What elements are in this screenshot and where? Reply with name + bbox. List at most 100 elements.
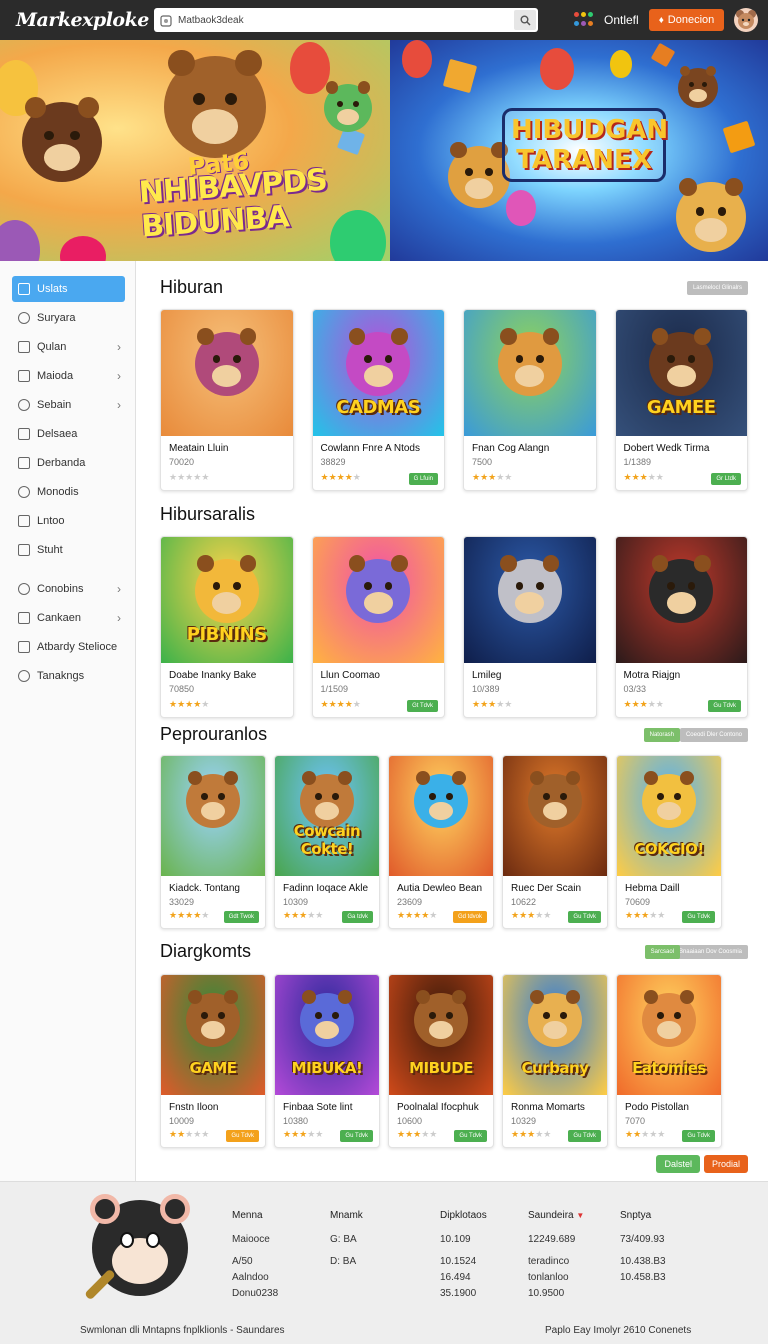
game-title[interactable]: Llun Coomao	[321, 670, 445, 681]
footer-link[interactable]: Aalndoo	[232, 1270, 278, 1286]
game-title[interactable]: Ronma Momarts	[511, 1102, 607, 1113]
game-title[interactable]: Poolnalal Ifocphuk	[397, 1102, 493, 1113]
footer-link[interactable]: G: BA	[330, 1232, 363, 1248]
promo-button[interactable]: Prodial	[703, 1155, 748, 1173]
footer-link[interactable]: 10.438.B3	[620, 1254, 666, 1270]
footer-link[interactable]: 10.458.B3	[620, 1270, 666, 1286]
caret-down-icon[interactable]: ▼	[576, 1211, 584, 1220]
game-card[interactable]: Ruec Der Scain 10622 ★★★★★ Gu Tdvk	[502, 755, 608, 929]
game-thumbnail[interactable]	[389, 756, 493, 876]
game-card[interactable]: MIBUKA! Finbaa Sote lint 10380 ★★★★★ Gu Tdvk	[274, 974, 380, 1148]
sidebar-item[interactable]: Sebain ›	[12, 392, 125, 418]
sidebar-item[interactable]: Monodis	[12, 479, 125, 505]
game-thumbnail[interactable]	[464, 310, 596, 436]
sidebar-item[interactable]: Tanakngs	[12, 663, 125, 689]
search-input[interactable]	[178, 14, 498, 26]
game-thumbnail[interactable]: Curbany	[503, 975, 607, 1095]
section-filter-button[interactable]: Lasmelocl Glinalrs	[686, 281, 748, 295]
game-title[interactable]: Fadinn Ioqace Akle	[283, 883, 379, 894]
footer-link[interactable]: A/50	[232, 1254, 278, 1270]
site-logo[interactable]: Markexploke	[16, 9, 149, 31]
footer-link[interactable]: tonlanloo	[528, 1270, 584, 1286]
play-badge[interactable]: Gu Tdvk	[340, 1130, 373, 1142]
user-avatar[interactable]	[734, 8, 759, 32]
game-card[interactable]: GAMEE Dobert Wedk Tirma 1/1389 ★★★★★ Gr Ltdk	[614, 309, 748, 491]
game-card[interactable]: PIBNINS Doabe Inanky Bake 70850 ★★★★★	[160, 536, 294, 718]
footer-link[interactable]: teradinco	[528, 1254, 584, 1270]
game-card[interactable]: Cowcain Cokte! Fadinn Ioqace Akle 10309 ★★★…	[274, 755, 380, 929]
sidebar-item[interactable]: Suryara	[12, 305, 125, 331]
game-card[interactable]: CADMAS Cowlann Fnre A Ntods 38829 ★★★★★ G Lf…	[311, 309, 445, 491]
play-badge[interactable]: Gu Tdvk	[454, 1130, 487, 1142]
search-box[interactable]	[154, 8, 538, 32]
play-badge[interactable]: Gu Tdvk	[568, 1130, 601, 1142]
footer-link[interactable]: Maiooce	[232, 1232, 278, 1248]
game-card[interactable]: Eatomies Podo Pistollan 7070 ★★★★★ Gu Tdvk	[616, 974, 722, 1148]
section-filter-button[interactable]: Natorash	[643, 728, 680, 742]
banner-right[interactable]: HIBUDGAN TARANEX	[390, 40, 768, 261]
sidebar-item[interactable]: Uslats	[12, 276, 125, 302]
sidebar-item[interactable]: Derbanda	[12, 450, 125, 476]
game-thumbnail[interactable]: GAME	[161, 975, 265, 1095]
footer-link[interactable]: 12249.689	[528, 1232, 584, 1248]
sidebar-item[interactable]: Qulan ›	[12, 334, 125, 360]
game-title[interactable]: Fnstn Iloon	[169, 1102, 265, 1113]
game-title[interactable]: Cowlann Fnre A Ntods	[321, 443, 445, 454]
game-card[interactable]: COKGIO! Hebma Daill 70609 ★★★★★ Gu Tdvk	[616, 755, 722, 929]
game-thumbnail[interactable]	[161, 756, 265, 876]
play-badge[interactable]: Gr Ltdk	[711, 473, 741, 485]
game-thumbnail[interactable]: GAMEE	[615, 310, 747, 436]
apps-icon[interactable]	[574, 12, 594, 28]
section-filter-button[interactable]: Sarcsaol	[644, 945, 680, 959]
game-thumbnail[interactable]	[503, 756, 607, 876]
play-badge[interactable]: Ga tdvk	[342, 911, 373, 923]
play-badge[interactable]: Gt Tdvk	[407, 700, 438, 712]
game-thumbnail[interactable]: COKGIO!	[617, 756, 721, 876]
play-badge[interactable]: Gu Tdvk	[682, 911, 715, 923]
game-thumbnail[interactable]: PIBNINS	[161, 537, 293, 663]
footer-link[interactable]: D: BA	[330, 1254, 363, 1270]
play-badge[interactable]: Gu Tdvk	[226, 1130, 259, 1142]
game-thumbnail[interactable]: CADMAS	[312, 310, 444, 436]
sidebar-item[interactable]: Stuht	[12, 537, 125, 563]
footer-link[interactable]: 10.9500	[528, 1286, 584, 1302]
game-title[interactable]: Hebma Daill	[625, 883, 721, 894]
sidebar-item[interactable]: Atbardy Stelioce	[12, 634, 125, 660]
game-thumbnail[interactable]	[464, 537, 596, 663]
game-thumbnail[interactable]: Eatomies	[617, 975, 721, 1095]
section-filter-button[interactable]: Bnaaiaan Dov Coosmia	[672, 945, 748, 959]
game-card[interactable]: Lmileg 10/389 ★★★★★	[463, 536, 597, 718]
game-card[interactable]: Motra Riajgn 03/33 ★★★★★ Gu Tdvk	[614, 536, 748, 718]
official-link[interactable]: Ontlefl	[604, 13, 639, 27]
game-title[interactable]: Fnan Cog Alangn	[472, 443, 596, 454]
sidebar-item[interactable]: Maioda ›	[12, 363, 125, 389]
details-button[interactable]: Dalstel	[656, 1155, 700, 1173]
game-thumbnail[interactable]: MIBUKA!	[275, 975, 379, 1095]
play-badge[interactable]: G Lfuin	[408, 473, 438, 485]
banner-left[interactable]: Pat6 NHIBAVPDS BIDUNBA	[0, 40, 390, 261]
game-card[interactable]: MIBUDE Poolnalal Ifocphuk 10600 ★★★★★ Gu Tdv…	[388, 974, 494, 1148]
sidebar-item[interactable]: Cankaen ›	[12, 605, 125, 631]
game-card[interactable]: GAME Fnstn Iloon 10009 ★★★★★ Gu Tdvk	[160, 974, 266, 1148]
sidebar-item[interactable]: Delsaea	[12, 421, 125, 447]
game-thumbnail[interactable]	[312, 537, 444, 663]
game-title[interactable]: Ruec Der Scain	[511, 883, 607, 894]
game-thumbnail[interactable]	[161, 310, 293, 436]
game-title[interactable]: Autia Dewleo Bean	[397, 883, 493, 894]
sidebar-item[interactable]: Conobins ›	[12, 576, 125, 602]
game-title[interactable]: Lmileg	[472, 670, 596, 681]
play-badge[interactable]: Gd tdvok	[452, 911, 487, 923]
game-thumbnail[interactable]: Cowcain Cokte!	[275, 756, 379, 876]
sidebar-item[interactable]: Lntoo	[12, 508, 125, 534]
game-card[interactable]: Fnan Cog Alangn 7500 ★★★★★	[463, 309, 597, 491]
donate-button[interactable]: ♦ Donecion	[648, 9, 725, 31]
game-card[interactable]: Kiadck. Tontang 33029 ★★★★★ Gdt Twok	[160, 755, 266, 929]
game-title[interactable]: Doabe Inanky Bake	[169, 670, 293, 681]
footer-link[interactable]: Donu0238	[232, 1286, 278, 1302]
game-title[interactable]: Kiadck. Tontang	[169, 883, 265, 894]
game-title[interactable]: Meatain Lluin	[169, 443, 293, 454]
footer-link[interactable]: 10.109	[440, 1232, 487, 1248]
footer-link[interactable]: 16.494	[440, 1270, 487, 1286]
footer-link[interactable]: 10.1524	[440, 1254, 487, 1270]
game-card[interactable]: Meatain Lluin 70020 ★★★★★	[160, 309, 294, 491]
